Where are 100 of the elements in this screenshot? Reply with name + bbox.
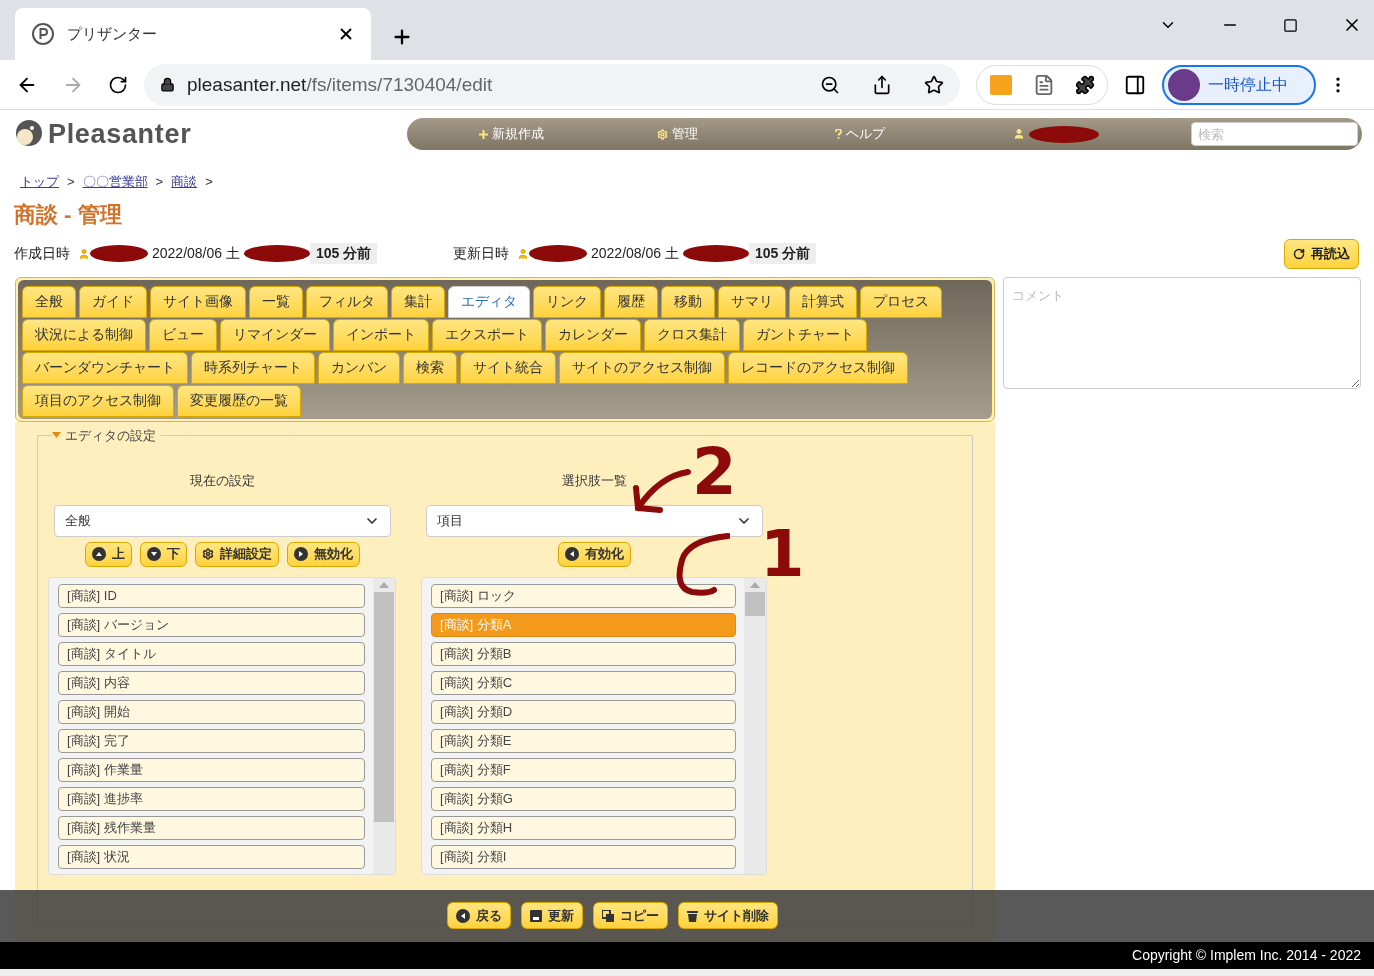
select-dropdown[interactable]: 項目: [425, 504, 763, 537]
maximize-icon[interactable]: [1283, 17, 1298, 33]
settings-tab[interactable]: フィルタ: [306, 285, 388, 318]
p-logo-icon: [31, 22, 55, 47]
scrollbar-thumb[interactable]: [374, 591, 394, 822]
reload-icon[interactable]: [108, 74, 128, 95]
meta-label: 更新日時: [453, 244, 509, 264]
gear-button[interactable]: 詳細設定: [194, 541, 279, 567]
list-item[interactable]: [商談] 分類F: [431, 757, 736, 782]
down-button[interactable]: 下: [139, 541, 187, 567]
profile-button[interactable]: 一時停止中: [1162, 64, 1316, 105]
trash-button[interactable]: サイト削除: [677, 902, 778, 930]
settings-tab[interactable]: クロス集計: [644, 318, 740, 351]
settings-tab[interactable]: 一覧: [249, 285, 303, 318]
breadcrumb-link[interactable]: 商談: [171, 172, 198, 192]
list-item[interactable]: [商談] 分類B: [431, 641, 736, 666]
redaction-mark: [1029, 125, 1099, 143]
breadcrumb-link[interactable]: トップ: [20, 172, 59, 192]
left-button[interactable]: 有効化: [557, 541, 631, 567]
annotation-number: 1: [760, 522, 805, 587]
comment-field[interactable]: コメント: [1003, 276, 1361, 389]
nav-item[interactable]: 新規作成: [479, 124, 657, 144]
settings-tab[interactable]: ビュー: [149, 318, 217, 351]
settings-tab[interactable]: リンク: [533, 285, 601, 318]
settings-tab[interactable]: サイト画像: [150, 285, 246, 318]
side-panel-icon[interactable]: [1124, 73, 1146, 96]
list-item[interactable]: [商談] 分類D: [431, 699, 736, 724]
address-bar[interactable]: pleasanter.net/fs/items/7130404/edit: [144, 63, 960, 106]
nav-item[interactable]: ヘルプ: [835, 124, 1013, 144]
settings-tab[interactable]: プロセス: [860, 285, 942, 318]
meta-date: 2022/08/06 土: [152, 244, 240, 264]
settings-tab[interactable]: ガントチャート: [743, 318, 867, 351]
list-item[interactable]: [商談] 分類C: [431, 670, 736, 695]
breadcrumb-link[interactable]: 〇〇営業部: [82, 172, 148, 192]
trash-icon: [686, 909, 698, 922]
list-item[interactable]: [商談] 分類I: [431, 844, 736, 869]
settings-tab[interactable]: レコードのアクセス制御: [728, 351, 908, 384]
user-icon: [517, 247, 529, 260]
redaction-mark: [529, 245, 587, 263]
settings-tab[interactable]: 時系列チャート: [191, 351, 315, 384]
notes-icon[interactable]: [1033, 73, 1055, 96]
settings-tab[interactable]: 全般: [22, 285, 76, 318]
settings-tab[interactable]: 履歴: [604, 285, 658, 318]
settings-tab[interactable]: 計算式: [789, 285, 857, 318]
list-item[interactable]: [商談] 完了: [58, 728, 365, 753]
breadcrumb-separator: >: [155, 173, 164, 192]
back-button[interactable]: 戻る: [446, 902, 511, 930]
settings-tab[interactable]: リマインダー: [220, 318, 330, 351]
list-item[interactable]: [商談] 内容: [58, 670, 365, 695]
settings-tab[interactable]: 項目のアクセス制御: [22, 384, 174, 417]
settings-tab[interactable]: サマリ: [718, 285, 786, 318]
avatar-icon: [1168, 68, 1200, 101]
right-button[interactable]: 無効化: [286, 541, 360, 567]
up-button[interactable]: 上: [84, 541, 132, 567]
list-item[interactable]: [商談] タイトル: [58, 641, 365, 666]
copy-button[interactable]: コピー: [592, 902, 668, 930]
column-heading: 選択肢一覧: [561, 472, 627, 491]
list-item[interactable]: [商談] バージョン: [58, 612, 365, 637]
gear-icon: [657, 128, 668, 140]
settings-tab[interactable]: カレンダー: [545, 318, 641, 351]
reload-button[interactable]: 再読込: [1284, 238, 1359, 269]
share-icon[interactable]: [872, 74, 892, 95]
list-item[interactable]: [商談] 分類H: [431, 815, 736, 840]
settings-tab[interactable]: エクスポート: [432, 318, 542, 351]
lock-icon: [160, 77, 175, 93]
list-item[interactable]: [商談] 状況: [58, 844, 365, 869]
settings-tab[interactable]: エディタ: [448, 285, 530, 318]
list-item[interactable]: [商談] 分類E: [431, 728, 736, 753]
column-heading: 現在の設定: [189, 472, 255, 491]
redaction-mark: [243, 245, 310, 263]
list-item[interactable]: [商談] 作業量: [58, 757, 365, 782]
settings-tab[interactable]: バーンダウンチャート: [22, 351, 188, 384]
list-item[interactable]: [商談] ロック: [431, 583, 736, 608]
star-icon[interactable]: [924, 74, 944, 95]
settings-tab[interactable]: 集計: [391, 285, 445, 318]
settings-tab[interactable]: インポート: [333, 318, 429, 351]
list-item[interactable]: [商談] 残作業量: [58, 815, 365, 840]
select-dropdown[interactable]: 全般: [53, 504, 391, 537]
search-field[interactable]: 検索: [1191, 122, 1358, 147]
gear-icon: [201, 548, 214, 561]
settings-tab[interactable]: 検索: [403, 351, 457, 384]
list-item[interactable]: [商談] ID: [58, 583, 365, 608]
puzzle-icon[interactable]: [1075, 74, 1095, 95]
list-item[interactable]: [商談] 開始: [58, 699, 365, 724]
page-title: 商談 - 管理: [13, 200, 123, 229]
settings-tab[interactable]: カンバン: [318, 351, 400, 384]
save-button[interactable]: 更新: [520, 902, 583, 930]
browser-tab[interactable]: プリザンター: [15, 8, 371, 61]
plus-icon: [479, 129, 488, 139]
zoom-out-icon[interactable]: [820, 74, 840, 95]
settings-tab[interactable]: 変更履歴の一覧: [177, 384, 301, 417]
copyright-text: Copyright © Implem Inc. 2014 - 2022: [1132, 945, 1361, 965]
settings-tab[interactable]: ガイド: [79, 285, 147, 318]
list-item[interactable]: [商談] 進捗率: [58, 786, 365, 811]
list-item[interactable]: [商談] 分類G: [431, 786, 736, 811]
settings-tab[interactable]: 移動: [661, 285, 715, 318]
settings-tab[interactable]: 状況による制御: [22, 318, 146, 351]
settings-tab[interactable]: サイトのアクセス制御: [559, 351, 725, 384]
settings-tab[interactable]: サイト統合: [460, 351, 556, 384]
scrollbar-thumb[interactable]: [745, 591, 765, 616]
